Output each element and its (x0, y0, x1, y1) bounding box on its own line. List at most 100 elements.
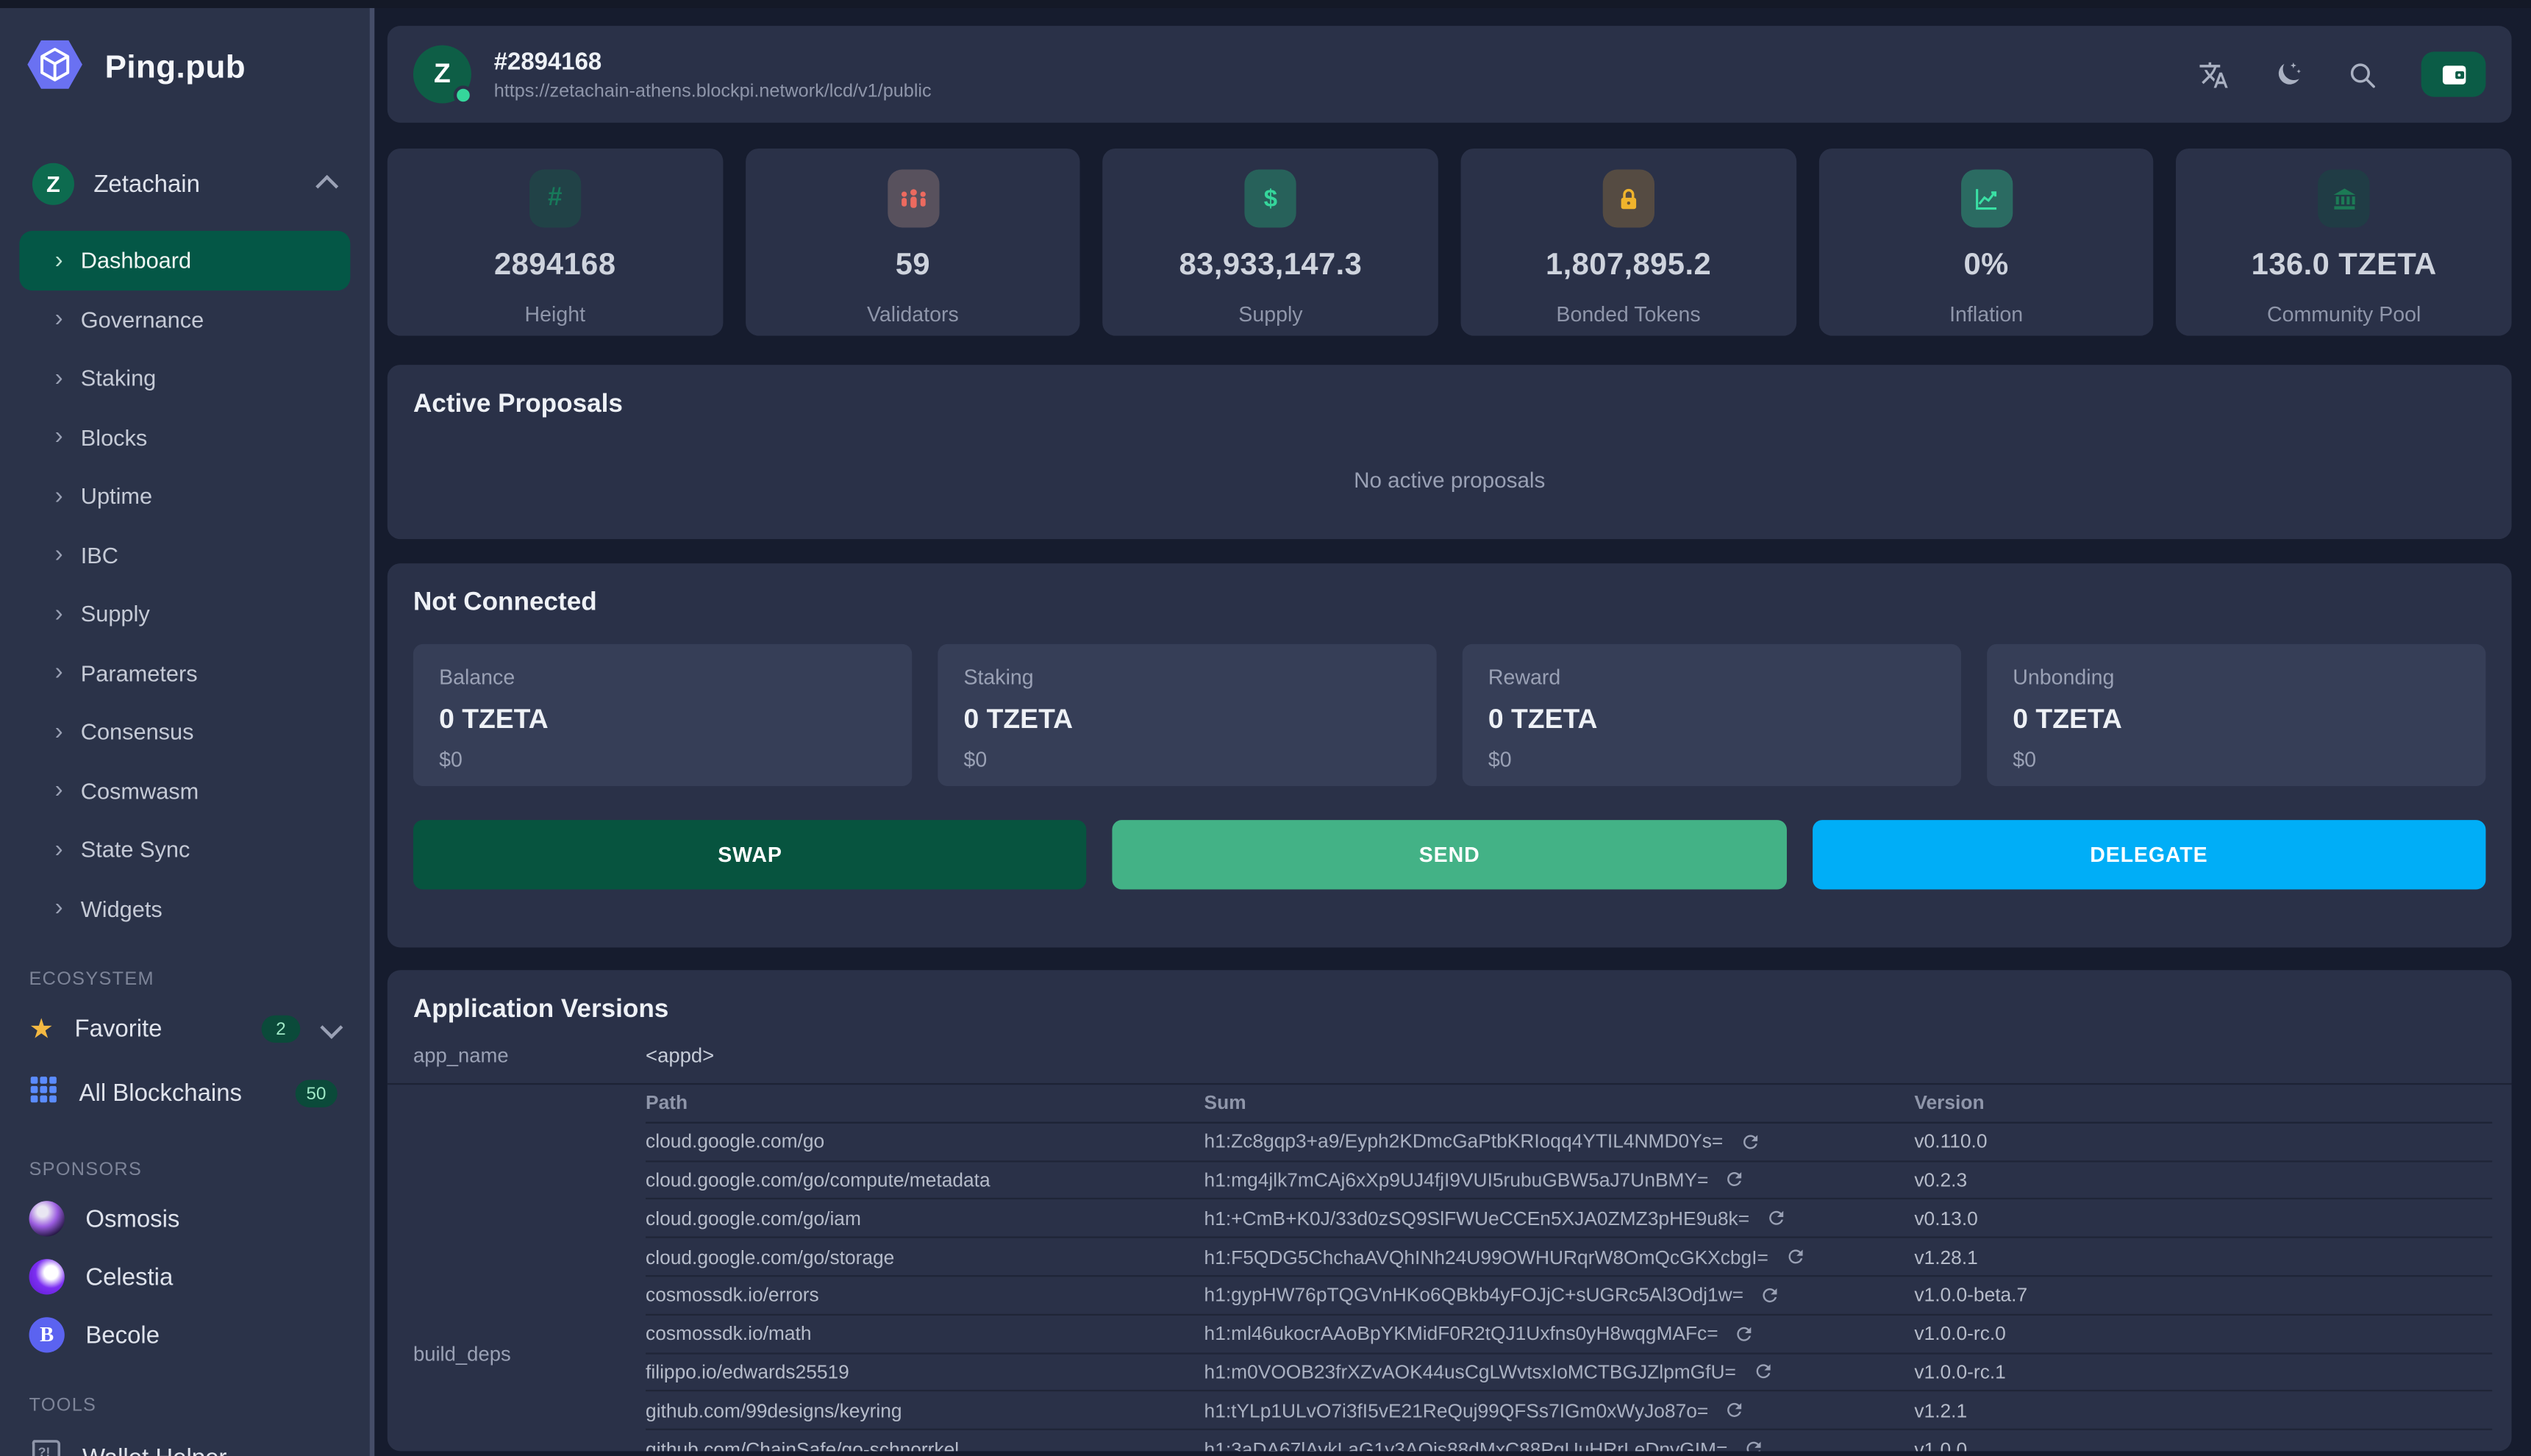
sidebar-item-label: Uptime (80, 482, 153, 510)
zetachain-logo-icon: Z (32, 163, 74, 205)
refresh-icon[interactable] (1735, 1323, 1756, 1344)
refresh-icon[interactable] (1766, 1208, 1787, 1230)
online-status-dot (453, 85, 474, 105)
sidebar-item-ibc[interactable]: › IBC (19, 526, 350, 585)
sidebar-item-label: Consensus (80, 718, 194, 745)
delegate-button[interactable]: DELEGATE (1812, 820, 2486, 890)
sidebar-item-state-sync[interactable]: › State Sync (19, 820, 350, 879)
block-info: #2894168 https://zetachain-athens.blockp… (494, 48, 932, 101)
osmosis-logo-icon (29, 1201, 65, 1237)
tile-label: Staking (963, 665, 1034, 690)
refresh-icon[interactable] (1785, 1246, 1806, 1268)
sidebar-scrollbar[interactable] (369, 0, 375, 1456)
sidebar: Ping.pub Z Zetachain › Dashboard › Gover… (0, 0, 370, 1456)
topbar-actions (2199, 51, 2486, 97)
wallet-icon (2441, 65, 2466, 84)
sidebar-item-consensus[interactable]: › Consensus (19, 702, 350, 761)
sidebar-item-all-blockchains[interactable]: All Blockchains 50 (0, 1059, 370, 1128)
tile-value: 0 TZETA (2013, 704, 2122, 735)
dep-path: cosmossdk.io/errors (646, 1283, 819, 1307)
sidebar-item-parameters[interactable]: › Parameters (19, 643, 350, 702)
top-bar: Z #2894168 https://zetachain-athens.bloc… (387, 26, 2512, 123)
table-row: cloud.google.com/go/iam h1:+CmB+K0J/33d0… (646, 1200, 2493, 1239)
sidebar-item-wallet-helper[interactable]: ?! Wallet Helper (0, 1425, 370, 1456)
sidebar-item-governance[interactable]: › Governance (19, 290, 350, 349)
block-height: #2894168 (493, 47, 602, 76)
staking-tile: Staking 0 TZETA $0 (938, 643, 1437, 787)
dep-version: v1.0.0-rc.0 (1914, 1322, 2006, 1345)
sidebar-item-cosmwasm[interactable]: › Cosmwasm (19, 761, 350, 820)
chevron-right-icon: › (54, 540, 63, 569)
refresh-icon[interactable] (1743, 1438, 1765, 1452)
wallet-button[interactable] (2421, 51, 2486, 97)
stat-value: 0% (1963, 249, 2009, 283)
sponsor-label: Becole (85, 1321, 160, 1349)
stat-value: 83,933,147.3 (1179, 249, 1363, 283)
refresh-icon[interactable] (1724, 1169, 1746, 1191)
chevron-right-icon: › (54, 894, 63, 922)
stat-label: Inflation (1949, 301, 2024, 326)
tile-fiat: $0 (2013, 747, 2037, 772)
dep-sum-text: h1:+CmB+K0J/33d0zSQ9SlFWUeCCEn5XJA0ZMZ3p… (1204, 1207, 1750, 1230)
window-top-edge (0, 0, 2531, 8)
dep-sum: h1:gypHW76pTQGVnHKo6QBkb4yFOJjC+sUGRc5Al… (1204, 1284, 1915, 1307)
sidebar-item-supply[interactable]: › Supply (19, 585, 350, 643)
sidebar-item-label: Parameters (80, 660, 198, 686)
swap-button[interactable]: SWAP (413, 820, 1088, 890)
tile-value: 0 TZETA (1488, 704, 1598, 735)
refresh-icon[interactable] (1760, 1285, 1781, 1306)
dep-sum-text: h1:3aDA67lAykLaG1y3AOjs88dMxC88PgUuHRrLe… (1204, 1437, 1728, 1452)
table-row: cloud.google.com/go h1:Zc8gqp3+a9/Eyph2K… (646, 1123, 2493, 1162)
table-row: github.com/99designs/keyring h1:tYLp1ULv… (646, 1392, 2493, 1431)
refresh-icon[interactable] (1739, 1131, 1760, 1152)
dep-sum-text: h1:ml46ukocrAAoBpYKMidF0R2tQJ1Uxfns0yH8w… (1204, 1322, 1718, 1345)
sidebar-item-staking[interactable]: › Staking (19, 349, 350, 407)
brand[interactable]: Ping.pub (0, 0, 370, 118)
sponsor-celestia[interactable]: Celestia (0, 1248, 370, 1306)
dependencies-table: Path Sum Version cloud.google.com/go h1:… (646, 1085, 2493, 1452)
send-button[interactable]: SEND (1113, 820, 1787, 890)
refresh-icon[interactable] (1724, 1400, 1746, 1421)
tile-label: Unbonding (2013, 665, 2115, 690)
sponsor-label: Osmosis (85, 1205, 180, 1232)
sponsor-label: Celestia (85, 1263, 174, 1291)
dep-path: cloud.google.com/go/iam (646, 1207, 861, 1230)
dep-version: v1.0.0-beta.7 (1914, 1283, 2028, 1307)
search-icon[interactable] (2347, 59, 2378, 90)
chain-logo: Z (413, 45, 474, 105)
stat-value: 136.0 TZETA (2251, 249, 2437, 283)
chevron-right-icon: › (54, 423, 63, 451)
translate-icon[interactable] (2199, 59, 2230, 90)
sidebar-item-label: Blocks (80, 424, 148, 450)
grid-icon (29, 1075, 59, 1112)
column-header-version: Version (1914, 1091, 1985, 1115)
stat-card-validators: 59 Validators (745, 148, 1081, 336)
dep-version: v0.13.0 (1914, 1207, 1978, 1230)
sidebar-item-label: Governance (80, 306, 204, 332)
dep-path: github.com/ChainSafe/go-schnorrkel (646, 1437, 960, 1452)
wallet-status-title: Not Connected (413, 589, 597, 617)
sidebar-item-widgets[interactable]: › Widgets (19, 879, 350, 938)
stat-card-supply: $ 83,933,147.3 Supply (1103, 148, 1438, 336)
chain-selector[interactable]: Z Zetachain (16, 154, 354, 215)
dep-path: filippo.io/edwards25519 (646, 1360, 849, 1384)
sponsor-becole[interactable]: B Becole (0, 1306, 370, 1364)
pingpub-logo-icon (26, 35, 84, 101)
dark-mode-icon[interactable] (2273, 59, 2304, 90)
rpc-endpoint: https://zetachain-athens.blockpi.network… (493, 81, 932, 101)
wallet-actions: SWAP SEND DELEGATE (413, 820, 2486, 890)
stat-value: 2894168 (494, 249, 616, 283)
stat-label: Validators (866, 301, 959, 326)
sidebar-item-favorite[interactable]: ★ Favorite 2 (0, 999, 370, 1059)
sidebar-item-dashboard[interactable]: › Dashboard (19, 230, 351, 290)
chevron-right-icon: › (54, 364, 63, 392)
dep-sum-text: h1:tYLp1ULvO7i3fI5vE21ReQuj99QFSs7IGm0xW… (1204, 1399, 1709, 1422)
dep-version: v1.28.1 (1914, 1245, 1978, 1268)
refresh-icon[interactable] (1752, 1361, 1774, 1382)
dep-sum-text: h1:m0VOOB23frXZvAOK44usCgLWvtsxIoMCTBGJZ… (1204, 1360, 1736, 1384)
sponsor-osmosis[interactable]: Osmosis (0, 1190, 370, 1248)
table-header-row: Path Sum Version (646, 1085, 2493, 1124)
dep-sum-text: h1:Zc8gqp3+a9/Eyph2KDmcGaPtbKRIoqq4YTIL4… (1204, 1130, 1724, 1153)
sidebar-item-blocks[interactable]: › Blocks (19, 407, 350, 466)
sidebar-item-uptime[interactable]: › Uptime (19, 466, 350, 525)
